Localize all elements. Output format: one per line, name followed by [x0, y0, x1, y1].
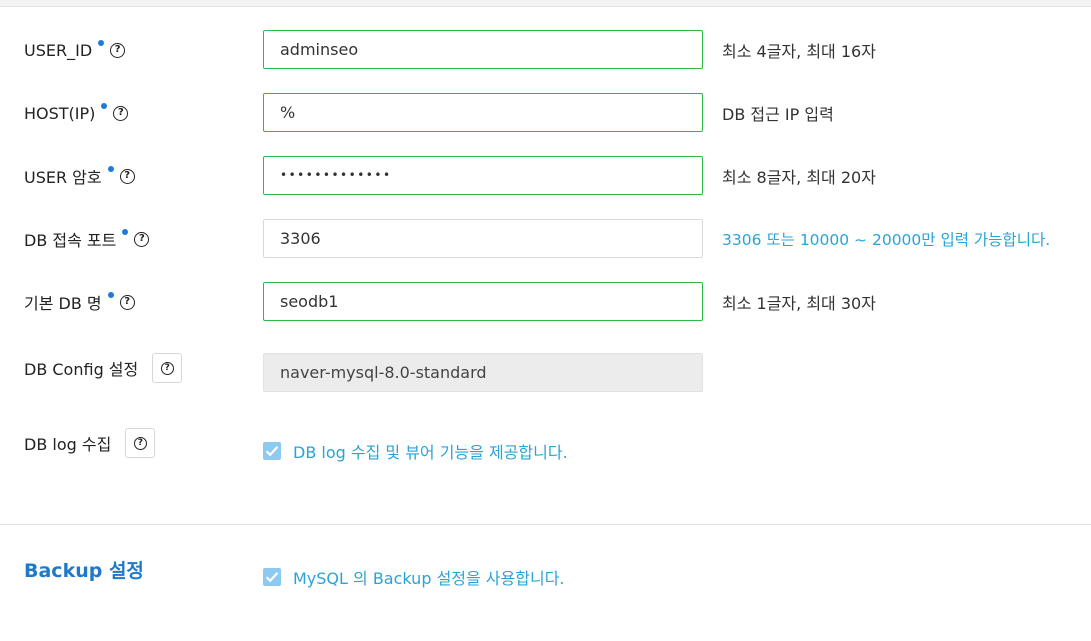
db-port-label: DB 접속 포트: [24, 231, 117, 250]
row-user-password: USER 암호 ? ••••••••••••• 최소 8글자, 최대 20자: [0, 156, 1091, 196]
help-icon: ?: [160, 361, 174, 375]
user-password-label: USER 암호: [24, 168, 102, 187]
help-icon: ?: [133, 436, 147, 450]
row-db-port: DB 접속 포트 ? 3306 3306 또는 10000 ~ 20000만 입…: [0, 219, 1091, 259]
user-id-label: USER_ID: [24, 40, 93, 60]
field-label-default-db-name: 기본 DB 명 ?: [24, 282, 135, 322]
default-db-name-input[interactable]: seodb1: [263, 282, 703, 321]
help-button[interactable]: ?: [152, 353, 183, 383]
backup-checkbox-label: MySQL 의 Backup 설정을 사용합니다.: [293, 569, 565, 588]
user-password-input[interactable]: •••••••••••••: [263, 156, 703, 195]
row-default-db-name: 기본 DB 명 ? seodb1 최소 1글자, 최대 30자: [0, 282, 1091, 322]
db-port-hint: 3306 또는 10000 ~ 20000만 입력 가능합니다.: [722, 231, 1051, 249]
section-divider: [0, 524, 1091, 525]
user-password-hint: 최소 8글자, 최대 20자: [722, 168, 876, 187]
help-icon[interactable]: ?: [119, 294, 135, 310]
required-dot-icon: [122, 229, 129, 235]
row-host-ip: HOST(IP) ? % DB 접근 IP 입력: [0, 93, 1091, 133]
field-label-db-config: DB Config 설정 ?: [24, 348, 183, 388]
default-db-name-hint: 최소 1글자, 최대 30자: [722, 294, 876, 313]
field-label-db-log: DB log 수집 ?: [24, 423, 156, 463]
checkbox-checked-icon[interactable]: [263, 568, 281, 586]
host-ip-label: HOST(IP): [24, 103, 96, 123]
help-icon[interactable]: ?: [113, 105, 129, 121]
field-label-db-port: DB 접속 포트 ?: [24, 219, 150, 259]
required-dot-icon: [101, 103, 108, 109]
db-config-label: DB Config 설정: [24, 360, 139, 379]
required-dot-icon: [107, 166, 114, 172]
host-ip-input[interactable]: %: [263, 93, 703, 132]
db-log-checkbox-row[interactable]: DB log 수집 및 뷰어 기능을 제공합니다.: [263, 439, 568, 463]
field-label-host-ip: HOST(IP) ?: [24, 93, 129, 133]
db-log-label: DB log 수집: [24, 435, 112, 454]
user-id-input[interactable]: adminseo: [263, 30, 703, 69]
db-log-checkbox-label: DB log 수집 및 뷰어 기능을 제공합니다.: [293, 443, 568, 462]
db-port-input[interactable]: 3306: [263, 219, 703, 258]
host-ip-hint: DB 접근 IP 입력: [722, 105, 834, 124]
help-icon[interactable]: ?: [134, 231, 150, 247]
field-label-user-id: USER_ID ?: [24, 30, 126, 70]
db-config-select: naver-mysql-8.0-standard: [263, 353, 703, 392]
top-divider: [0, 0, 1091, 7]
row-user-id: USER_ID ? adminseo 최소 4글자, 최대 16자: [0, 30, 1091, 70]
default-db-name-label: 기본 DB 명: [24, 294, 102, 313]
help-button[interactable]: ?: [125, 428, 156, 458]
required-dot-icon: [107, 292, 114, 298]
row-db-config: DB Config 설정 ? naver-mysql-8.0-standard: [0, 353, 1091, 393]
required-dot-icon: [98, 40, 105, 46]
help-icon[interactable]: ?: [119, 168, 135, 184]
checkbox-checked-icon[interactable]: [263, 442, 281, 460]
help-icon[interactable]: ?: [110, 42, 126, 58]
field-label-user-password: USER 암호 ?: [24, 156, 135, 196]
user-id-hint: 최소 4글자, 최대 16자: [722, 42, 876, 61]
backup-section-title: Backup 설정: [24, 560, 144, 582]
backup-checkbox-row[interactable]: MySQL 의 Backup 설정을 사용합니다.: [263, 565, 565, 589]
